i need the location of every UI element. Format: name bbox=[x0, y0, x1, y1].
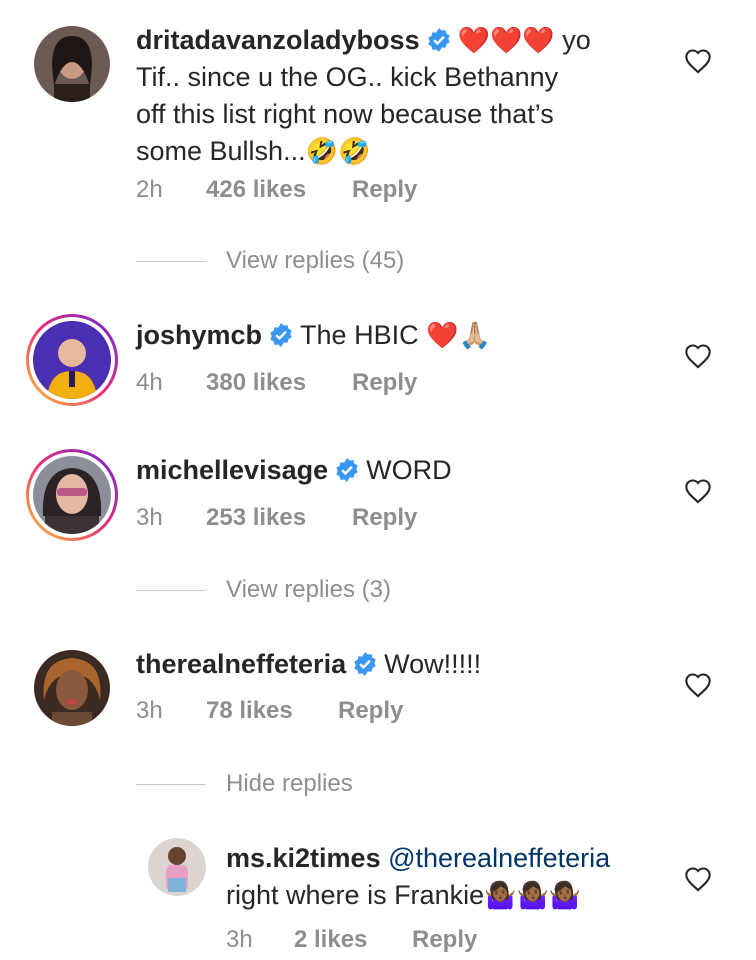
comment-body: WORD bbox=[366, 455, 452, 485]
timestamp: 3h bbox=[226, 926, 253, 953]
verified-badge-icon bbox=[336, 458, 358, 482]
hide-replies-toggle[interactable]: Hide replies bbox=[136, 770, 353, 798]
view-replies-label[interactable]: View replies (3) bbox=[226, 576, 391, 604]
heart-outline-icon[interactable] bbox=[684, 343, 712, 369]
comment-text: therealneffeteria Wow!!!!! bbox=[136, 646, 656, 683]
likes-count[interactable]: 426 likes bbox=[206, 176, 306, 204]
verified-badge-icon bbox=[354, 652, 376, 676]
avatar[interactable] bbox=[26, 314, 118, 406]
comment-body: The HBIC bbox=[300, 320, 419, 350]
likes-count[interactable]: 380 likes bbox=[206, 369, 306, 397]
likes-count[interactable]: 253 likes bbox=[206, 504, 306, 532]
username[interactable]: michellevisage bbox=[136, 455, 328, 485]
comment-line4: some Bullsh... bbox=[136, 136, 306, 166]
laughing-emoji: 🤣🤣 bbox=[305, 136, 371, 166]
mention-link[interactable]: @therealneffeteria bbox=[388, 843, 610, 873]
divider bbox=[136, 783, 206, 785]
timestamp: 2h bbox=[136, 176, 163, 203]
comment-text: dritadavanzoladyboss ❤️❤️❤️ yo Tif.. sinc… bbox=[136, 22, 656, 170]
avatar[interactable] bbox=[148, 838, 206, 896]
username[interactable]: joshymcb bbox=[136, 320, 262, 350]
verified-badge-icon bbox=[270, 323, 292, 347]
timestamp: 3h bbox=[136, 504, 163, 531]
comment-line2: Tif.. since u the OG.. kick Bethanny bbox=[136, 62, 559, 92]
heart-outline-icon[interactable] bbox=[684, 478, 712, 504]
view-replies-toggle[interactable]: View replies (3) bbox=[136, 576, 391, 604]
username[interactable]: therealneffeteria bbox=[136, 649, 346, 679]
reply-button[interactable]: Reply bbox=[412, 926, 477, 954]
timestamp: 4h bbox=[136, 369, 163, 396]
username[interactable]: dritadavanzoladyboss bbox=[136, 25, 420, 55]
likes-count[interactable]: 78 likes bbox=[206, 697, 293, 725]
view-replies-toggle[interactable]: View replies (45) bbox=[136, 247, 404, 275]
comment-text: joshymcb The HBIC ❤️🙏🏼 bbox=[136, 317, 656, 354]
divider bbox=[136, 260, 206, 262]
divider bbox=[136, 589, 206, 591]
verified-badge-icon bbox=[427, 28, 450, 52]
comment-line3: off this list right now because that’s bbox=[136, 99, 554, 129]
reply-button[interactable]: Reply bbox=[338, 697, 403, 725]
view-replies-label[interactable]: View replies (45) bbox=[226, 247, 404, 275]
hide-replies-label[interactable]: Hide replies bbox=[226, 770, 353, 798]
username[interactable]: ms.ki2times bbox=[226, 843, 381, 873]
avatar[interactable] bbox=[34, 650, 110, 726]
reply-button[interactable]: Reply bbox=[352, 176, 417, 204]
hearts-emoji: ❤️❤️❤️ bbox=[457, 25, 555, 55]
heart-outline-icon[interactable] bbox=[684, 48, 712, 74]
comment-text: ms.ki2times @therealneffeteria right whe… bbox=[226, 840, 666, 914]
comment-text: michellevisage WORD bbox=[136, 452, 656, 489]
likes-count[interactable]: 2 likes bbox=[294, 926, 367, 954]
avatar[interactable] bbox=[34, 26, 110, 102]
reply-button[interactable]: Reply bbox=[352, 504, 417, 532]
comment-body: Wow!!!!! bbox=[384, 649, 482, 679]
reply-button[interactable]: Reply bbox=[352, 369, 417, 397]
heart-pray-emoji: ❤️🙏🏼 bbox=[426, 320, 491, 350]
heart-outline-icon[interactable] bbox=[684, 672, 712, 698]
heart-outline-icon[interactable] bbox=[684, 866, 712, 892]
comment-line1: yo bbox=[562, 25, 591, 55]
shrug-emoji: 🤷🏾‍♀️🤷🏾‍♀️🤷🏾‍♀️ bbox=[484, 880, 582, 910]
comment-body: right where is Frankie bbox=[226, 880, 485, 910]
avatar[interactable] bbox=[26, 449, 118, 541]
timestamp: 3h bbox=[136, 697, 163, 724]
